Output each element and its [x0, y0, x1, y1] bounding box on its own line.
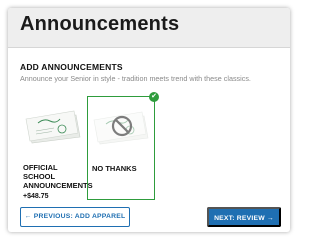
previous-add-apparel-button[interactable]: ← PREVIOUS: ADD APPAREL — [20, 207, 130, 227]
page-header: Announcements — [8, 8, 290, 48]
option-official-school-announcements[interactable]: OFFICIAL SCHOOL ANNOUNCEMENTS +$48.75 — [20, 101, 93, 200]
check-icon: ✔ — [149, 92, 159, 102]
option-label: NO THANKS — [92, 164, 137, 173]
option-label: OFFICIAL SCHOOL ANNOUNCEMENTS — [23, 163, 93, 190]
announcement-card-image — [25, 110, 81, 144]
next-review-button[interactable]: NEXT: REVIEW → — [207, 207, 281, 227]
section-subtitle: Announce your Senior in style - traditio… — [20, 74, 251, 83]
no-symbol-icon — [111, 115, 133, 137]
section-title: ADD ANNOUNCEMENTS — [20, 62, 123, 72]
page-title: Announcements — [20, 13, 180, 35]
announcements-card: Announcements ADD ANNOUNCEMENTS Announce… — [8, 8, 290, 232]
option-price: +$48.75 — [23, 193, 49, 200]
option-no-thanks[interactable]: ✔ NO THANKS — [87, 92, 159, 200]
